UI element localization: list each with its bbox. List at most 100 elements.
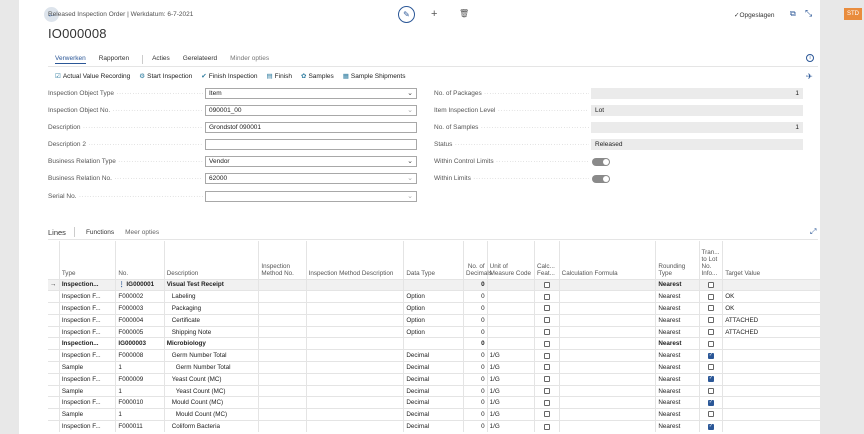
cell-type[interactable]: Inspection F...: [59, 349, 117, 362]
cell-type[interactable]: Inspection F...: [59, 290, 117, 303]
cell-inspection-method-description[interactable]: [306, 278, 405, 291]
cell-inspection-method-no[interactable]: [258, 420, 307, 433]
checkbox[interactable]: [707, 364, 714, 371]
cell-inspection-method-no[interactable]: [258, 384, 307, 397]
checkbox[interactable]: [707, 293, 714, 300]
cell-calc-feature[interactable]: [534, 420, 560, 433]
cell-data-type[interactable]: [403, 278, 465, 291]
cell-type[interactable]: Inspection F...: [59, 372, 117, 386]
cell-inspection-method-no[interactable]: [258, 278, 307, 291]
checkbox[interactable]: [707, 387, 714, 394]
cell-no-of-decimals[interactable]: 0: [463, 396, 488, 409]
serial-no-field[interactable]: ⌄: [205, 191, 417, 202]
cell-tran-to-lot[interactable]: [699, 361, 724, 374]
cell-calculation-formula[interactable]: [559, 408, 657, 421]
cell-tran-to-lot[interactable]: [699, 302, 724, 315]
row-indicator[interactable]: [48, 313, 60, 327]
cell-type[interactable]: Inspection F...: [59, 302, 117, 315]
cell-no-of-decimals[interactable]: 0: [463, 290, 488, 303]
cell-calc-feature[interactable]: [534, 384, 560, 397]
cell-inspection-method-description[interactable]: [306, 372, 405, 386]
cell-no-of-decimals[interactable]: 0: [463, 278, 488, 291]
cell-calculation-formula[interactable]: [559, 361, 657, 374]
col-data-type[interactable]: Data Type: [403, 241, 465, 279]
cell-description[interactable]: Shipping Note: [164, 325, 260, 338]
menu-minder-opties[interactable]: Minder opties: [230, 55, 269, 64]
cell-no[interactable]: F000008: [115, 349, 165, 362]
cell-type[interactable]: Inspection F...: [59, 396, 117, 409]
table-row[interactable]: Inspection F... F000005 Shipping Note Optio…: [48, 325, 820, 338]
cell-description[interactable]: Coliform Bacteria: [164, 420, 260, 433]
table-row[interactable]: Inspection F... F000003 Packaging Option 0 Ne…: [48, 302, 820, 315]
cell-tran-to-lot[interactable]: [699, 278, 724, 291]
row-indicator[interactable]: [48, 372, 60, 386]
cell-unit-of-measure[interactable]: [487, 325, 535, 338]
cell-type[interactable]: Inspection F...: [59, 420, 117, 433]
business-relation-no-field[interactable]: 62000 ⌄: [205, 173, 417, 184]
cell-unit-of-measure[interactable]: 1/G: [487, 349, 535, 362]
col-calculation-formula[interactable]: Calculation Formula: [559, 241, 657, 279]
cell-type[interactable]: Inspection...: [59, 337, 117, 350]
checkbox[interactable]: [707, 375, 714, 383]
table-row[interactable]: → Inspection... ⋮ IG000001 Visual Test Rece…: [48, 278, 820, 291]
cell-inspection-method-no[interactable]: [258, 313, 307, 327]
cell-unit-of-measure[interactable]: [487, 302, 535, 315]
col-inspection-method-description[interactable]: Inspection Method Description: [306, 241, 405, 279]
cell-rounding-type[interactable]: Nearest: [655, 372, 700, 386]
checkbox[interactable]: [707, 317, 714, 324]
checkbox[interactable]: [707, 411, 714, 418]
cell-inspection-method-description[interactable]: [306, 420, 405, 433]
cell-rounding-type[interactable]: Nearest: [655, 361, 700, 374]
table-row[interactable]: Inspection... IG000003 Microbiology 0 Neares…: [48, 337, 820, 350]
table-row[interactable]: Inspection F... F000004 Certificate Option 0…: [48, 313, 820, 327]
cell-no-of-decimals[interactable]: 0: [463, 313, 488, 327]
cell-type[interactable]: Sample: [59, 408, 117, 421]
cell-type[interactable]: Inspection F...: [59, 325, 117, 338]
menu-verwerken[interactable]: Verwerken: [55, 55, 86, 64]
new-plus-icon[interactable]: +: [431, 8, 437, 20]
checkbox[interactable]: [543, 340, 550, 347]
cell-inspection-method-no[interactable]: [258, 325, 307, 338]
cell-rounding-type[interactable]: Nearest: [655, 302, 700, 315]
cell-inspection-method-description[interactable]: [306, 361, 405, 374]
cell-inspection-method-description[interactable]: [306, 396, 405, 409]
checkbox[interactable]: [543, 399, 550, 406]
cell-no[interactable]: F000002: [115, 290, 165, 303]
open-new-window-icon[interactable]: ⧉: [790, 9, 796, 19]
cell-calculation-formula[interactable]: [559, 396, 657, 409]
cell-no-of-decimals[interactable]: 0: [463, 384, 488, 397]
cell-description[interactable]: Mould Count (MC): [164, 396, 260, 409]
cell-no[interactable]: ⋮ IG000001: [115, 278, 165, 291]
cell-calculation-formula[interactable]: [559, 290, 657, 303]
cell-data-type[interactable]: Option: [403, 302, 465, 315]
cell-calculation-formula[interactable]: [559, 349, 657, 362]
cell-calc-feature[interactable]: [534, 361, 560, 374]
cell-unit-of-measure[interactable]: 1/G: [487, 384, 535, 397]
cell-calc-feature[interactable]: [534, 325, 560, 338]
checkbox[interactable]: [707, 305, 714, 312]
cell-target-value[interactable]: [722, 396, 820, 409]
cell-no[interactable]: F000005: [115, 325, 165, 338]
row-indicator[interactable]: [48, 384, 60, 397]
cell-calculation-formula[interactable]: [559, 420, 657, 433]
delete-trash-icon[interactable]: 🗑: [459, 9, 469, 18]
cell-no-of-decimals[interactable]: 0: [463, 408, 488, 421]
checkbox[interactable]: [707, 399, 714, 406]
cell-description[interactable]: Mould Count (MC): [164, 408, 260, 421]
checkbox[interactable]: [543, 364, 550, 371]
cell-target-value[interactable]: [722, 384, 820, 397]
menu-rapporten[interactable]: Rapporten: [99, 55, 129, 64]
cell-unit-of-measure[interactable]: 1/G: [487, 420, 535, 433]
row-indicator[interactable]: [48, 420, 60, 433]
cell-no-of-decimals[interactable]: 0: [463, 302, 488, 315]
cell-unit-of-measure[interactable]: [487, 313, 535, 327]
cell-data-type[interactable]: Option: [403, 313, 465, 327]
cell-type[interactable]: Sample: [59, 384, 117, 397]
cell-unit-of-measure[interactable]: 1/G: [487, 408, 535, 421]
cell-target-value[interactable]: OK: [722, 290, 820, 303]
table-row[interactable]: Sample 1 Mould Count (MC) Decimal 0 1/G Neares…: [48, 408, 820, 421]
row-indicator[interactable]: →: [48, 278, 60, 291]
checkbox[interactable]: [543, 387, 550, 394]
cell-target-value[interactable]: OK: [722, 302, 820, 315]
within-limits-toggle[interactable]: [592, 175, 610, 183]
